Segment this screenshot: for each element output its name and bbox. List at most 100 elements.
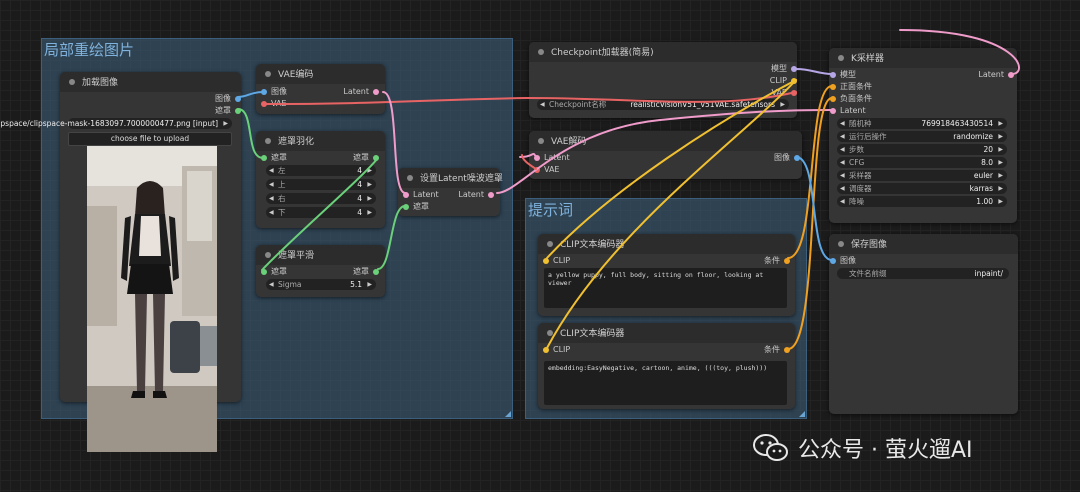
output-pin[interactable] — [235, 108, 241, 114]
collapse-dot[interactable] — [265, 252, 271, 258]
arrow-left-icon[interactable]: ◀ — [840, 118, 845, 129]
arrow-left-icon[interactable]: ◀ — [840, 196, 845, 207]
input-vae[interactable]: VAE — [534, 165, 560, 175]
collapse-dot[interactable] — [69, 79, 75, 85]
collapse-dot[interactable] — [547, 330, 553, 336]
output-pin[interactable] — [373, 155, 379, 161]
output-latent[interactable]: Latent — [458, 190, 494, 200]
collapse-dot[interactable] — [538, 49, 544, 55]
input-pin[interactable] — [534, 155, 540, 161]
node-save-image[interactable]: 保存图像 图像 文件名前缀 inpaint/ — [829, 234, 1018, 414]
checkpoint-select[interactable]: ◀ Checkpoint名称 realisticVisionV51_v51VAE.s… — [537, 99, 789, 110]
input-clip[interactable]: CLIP — [543, 345, 570, 355]
arrow-right-icon[interactable]: ▶ — [367, 165, 372, 176]
node-header[interactable]: CLIP文本编码器 — [538, 323, 795, 343]
output-mask[interactable]: 遮罩 — [353, 267, 379, 277]
arrow-left-icon[interactable]: ◀ — [840, 157, 845, 168]
output-pin[interactable] — [373, 89, 379, 95]
steps-widget[interactable]: ◀ 步数 20 ▶ — [837, 144, 1007, 155]
input-clip[interactable]: CLIP — [543, 256, 570, 266]
feather-top-widget[interactable]: ◀ 上 4 ▶ — [266, 179, 376, 190]
input-model[interactable]: 模型 — [830, 70, 856, 80]
collapse-dot[interactable] — [538, 138, 544, 144]
input-mask[interactable]: 遮罩 — [403, 202, 429, 212]
arrow-left-icon[interactable]: ◀ — [269, 165, 274, 176]
node-header[interactable]: 加载图像 — [60, 72, 241, 92]
node-header[interactable]: 设置Latent噪波遮罩 — [398, 168, 503, 188]
arrow-left-icon[interactable]: ◀ — [269, 279, 274, 290]
output-image[interactable]: 图像 — [774, 153, 800, 163]
collapse-dot[interactable] — [547, 241, 553, 247]
arrow-left-icon[interactable]: ◀ — [840, 183, 845, 194]
arrow-right-icon[interactable]: ▶ — [998, 183, 1003, 194]
arrow-left-icon[interactable]: ◀ — [540, 99, 545, 110]
input-pin[interactable] — [830, 258, 836, 264]
arrow-right-icon[interactable]: ▶ — [998, 144, 1003, 155]
node-clip-text-negative[interactable]: CLIP文本编码器 CLIP 条件 embedding:EasyNegative… — [538, 323, 795, 409]
node-mask-smooth[interactable]: 遮罩平滑 遮罩 遮罩 ◀ Sigma 5.1 ▶ — [256, 245, 385, 297]
input-pin[interactable] — [830, 84, 836, 90]
control-after-generate-widget[interactable]: ◀ 运行后操作 randomize ▶ — [837, 131, 1007, 142]
seed-widget[interactable]: ◀ 随机种 769918463430514 ▶ — [837, 118, 1007, 129]
scheduler-widget[interactable]: ◀ 调度器 karras ▶ — [837, 183, 1007, 194]
output-pin[interactable] — [1008, 72, 1014, 78]
denoise-widget[interactable]: ◀ 降噪 1.00 ▶ — [837, 196, 1007, 207]
input-pin[interactable] — [261, 89, 267, 95]
arrow-right-icon[interactable]: ▶ — [998, 170, 1003, 181]
input-pin[interactable] — [261, 101, 267, 107]
sampler-widget[interactable]: ◀ 采样器 euler ▶ — [837, 170, 1007, 181]
input-pin[interactable] — [830, 108, 836, 114]
input-pin[interactable] — [543, 258, 549, 264]
arrow-right-icon[interactable]: ▶ — [998, 196, 1003, 207]
output-pin[interactable] — [488, 192, 494, 198]
output-pin[interactable] — [791, 78, 797, 84]
input-latent[interactable]: Latent — [830, 106, 866, 116]
output-model[interactable]: 模型 — [771, 64, 797, 74]
input-mask[interactable]: 遮罩 — [261, 153, 287, 163]
output-vae[interactable]: VAE — [772, 88, 797, 98]
output-latent[interactable]: Latent — [343, 87, 379, 97]
node-vae-encode[interactable]: VAE编码 图像 VAE Latent — [256, 64, 385, 114]
input-pin[interactable] — [261, 269, 267, 275]
output-mask[interactable]: 遮罩 — [215, 106, 241, 116]
input-pin[interactable] — [830, 72, 836, 78]
output-latent[interactable]: Latent — [978, 70, 1014, 80]
node-vae-decode[interactable]: VAE解码 Latent VAE 图像 — [529, 131, 802, 179]
input-pin[interactable] — [543, 347, 549, 353]
node-header[interactable]: VAE解码 — [529, 131, 802, 151]
input-positive[interactable]: 正面条件 — [830, 82, 872, 92]
node-load-image[interactable]: 加载图像 图像 遮罩 clipspace/clipspace-mask-1683… — [0, 72, 241, 452]
feather-right-widget[interactable]: ◀ 右 4 ▶ — [266, 193, 376, 204]
output-image[interactable]: 图像 — [215, 94, 241, 104]
negative-prompt-textarea[interactable]: embedding:EasyNegative, cartoon, anime, … — [544, 361, 787, 405]
input-pin[interactable] — [403, 204, 409, 210]
group-resize-handle[interactable] — [505, 411, 511, 417]
collapse-dot[interactable] — [838, 55, 844, 61]
node-clip-text-positive[interactable]: CLIP文本编码器 CLIP 条件 a yellow puppy, full b… — [538, 234, 795, 316]
input-pin[interactable] — [830, 96, 836, 102]
prompt-textarea[interactable]: a yellow puppy, full body, sitting on fl… — [544, 268, 787, 308]
collapse-dot[interactable] — [265, 138, 271, 144]
node-header[interactable]: 保存图像 — [829, 234, 1018, 254]
output-conditioning[interactable]: 条件 — [764, 256, 790, 266]
input-negative[interactable]: 负面条件 — [830, 94, 872, 104]
collapse-dot[interactable] — [407, 175, 413, 181]
arrow-right-icon[interactable]: ▶ — [780, 99, 785, 110]
output-clip[interactable]: CLIP — [770, 76, 797, 86]
input-pin[interactable] — [534, 167, 540, 173]
node-header[interactable]: 遮罩羽化 — [256, 131, 385, 151]
upload-button[interactable]: choose file to upload — [68, 132, 232, 146]
arrow-left-icon[interactable]: ◀ — [269, 179, 274, 190]
output-pin[interactable] — [373, 269, 379, 275]
node-mask-feather[interactable]: 遮罩羽化 遮罩 遮罩 ◀ 左 4 ▶ ◀ 上 4 ▶ ◀ 右 4 ▶ ◀ 下 4 ▶ — [256, 131, 385, 228]
output-pin[interactable] — [791, 66, 797, 72]
input-mask[interactable]: 遮罩 — [261, 267, 287, 277]
image-select[interactable]: clipspace/clipspace-mask-1683097.7000000… — [0, 118, 232, 129]
arrow-right-icon[interactable]: ▶ — [998, 118, 1003, 129]
arrow-right-icon[interactable]: ▶ — [367, 207, 372, 218]
input-vae[interactable]: VAE — [261, 99, 287, 109]
collapse-dot[interactable] — [838, 241, 844, 247]
output-pin[interactable] — [791, 90, 797, 96]
feather-left-widget[interactable]: ◀ 左 4 ▶ — [266, 165, 376, 176]
arrow-left-icon[interactable]: ◀ — [269, 207, 274, 218]
